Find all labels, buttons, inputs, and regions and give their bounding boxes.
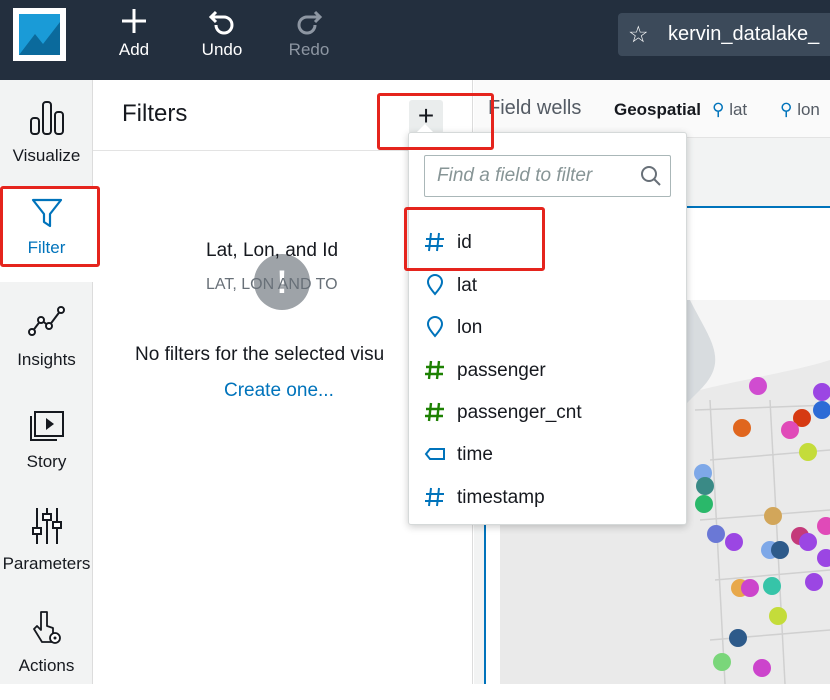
sliders-icon — [0, 502, 93, 550]
create-filter-link[interactable]: Create one... — [224, 380, 334, 402]
map-point — [799, 533, 817, 551]
hash-icon — [424, 486, 446, 508]
redo-label: Redo — [288, 40, 330, 59]
redo-icon — [274, 6, 344, 40]
story-icon — [0, 400, 93, 448]
pointer-gear-icon — [0, 604, 93, 652]
analysis-title-box[interactable]: ☆ kervin_datalake_ — [618, 13, 830, 56]
field-item-passenger-cnt[interactable]: passenger_cnt — [409, 391, 688, 433]
quicksight-logo[interactable] — [13, 8, 66, 61]
field-name: passenger_cnt — [457, 402, 582, 423]
field-name: lon — [457, 317, 483, 338]
geo-pin-icon — [424, 274, 446, 296]
field-item-time[interactable]: time — [409, 433, 688, 475]
plus-icon — [99, 6, 169, 40]
field-item-lon[interactable]: lon — [409, 306, 688, 348]
bar-chart-icon — [0, 94, 93, 142]
field-name: passenger — [457, 360, 546, 381]
field-wells-bar[interactable]: Field wells Geospatial ⚲ lat ⚲ lon — [474, 80, 830, 138]
map-point — [781, 421, 799, 439]
nav-insights[interactable]: Insights — [0, 298, 93, 394]
map-point — [764, 507, 782, 525]
undo-icon — [187, 6, 257, 40]
hash-icon — [424, 401, 446, 423]
top-toolbar: Add Undo Redo ☆ kervin_datalake_ — [0, 0, 830, 80]
map-point — [805, 573, 823, 591]
map-point — [733, 419, 751, 437]
field-item-timestamp[interactable]: timestamp — [409, 476, 688, 518]
field-well-lon-label: lon — [797, 100, 820, 119]
highlight-box — [0, 186, 100, 267]
nav-insights-label: Insights — [17, 350, 76, 369]
nav-story[interactable]: Story — [0, 400, 93, 496]
field-name: timestamp — [457, 487, 545, 508]
undo-button[interactable]: Undo — [187, 6, 257, 70]
visual-title: Lat, Lon, and Id — [206, 240, 339, 261]
nav-parameters-label: Parameters — [2, 554, 91, 573]
nav-parameters[interactable]: Parameters — [0, 502, 93, 598]
map-point — [729, 629, 747, 647]
highlight-box — [377, 93, 494, 150]
field-well-lat[interactable]: ⚲ lat — [712, 100, 747, 120]
geo-pin-icon — [424, 316, 446, 338]
nav-actions[interactable]: Actions — [0, 604, 93, 700]
empty-filters-message: No filters for the selected visu — [135, 344, 385, 365]
field-wells-label: Field wells — [488, 97, 582, 119]
map-point — [799, 443, 817, 461]
field-search-box[interactable] — [424, 155, 671, 197]
geo-pin-icon: ⚲ — [780, 100, 793, 119]
add-label: Add — [118, 40, 150, 59]
nav-actions-label: Actions — [18, 656, 75, 675]
undo-label: Undo — [201, 40, 243, 59]
tag-icon — [424, 443, 446, 465]
map-point — [749, 377, 767, 395]
highlight-box — [404, 207, 545, 271]
hash-icon — [424, 359, 446, 381]
insights-icon — [0, 298, 93, 346]
visual-subtitle: LAT, LON AND TO — [206, 276, 338, 293]
field-picker-dropdown: id lat lon passenger passenger_cnt time — [408, 124, 688, 525]
map-point — [769, 607, 787, 625]
map-point — [695, 495, 713, 513]
nav-visualize-label: Visualize — [12, 146, 81, 165]
map-point — [725, 533, 743, 551]
field-name: time — [457, 444, 493, 465]
map-point — [696, 477, 714, 495]
nav-visualize[interactable]: Visualize — [0, 94, 93, 190]
map-point — [707, 525, 725, 543]
field-name: lat — [457, 275, 478, 296]
field-well-lon[interactable]: ⚲ lon — [780, 100, 820, 120]
filters-title: Filters — [122, 100, 188, 127]
add-button[interactable]: Add — [99, 6, 169, 70]
map-point — [771, 541, 789, 559]
map-point — [713, 653, 731, 671]
map-point — [741, 579, 759, 597]
nav-story-label: Story — [26, 452, 67, 471]
left-nav: Visualize Filter Insights Story Paramete… — [0, 80, 94, 684]
field-search-input[interactable] — [437, 164, 627, 188]
field-item-passenger[interactable]: passenger — [409, 349, 688, 391]
map-point — [763, 577, 781, 595]
field-well-lat-label: lat — [729, 100, 748, 119]
map-point — [753, 659, 771, 677]
redo-button[interactable]: Redo — [274, 6, 344, 70]
analysis-title: kervin_datalake_ — [668, 23, 820, 45]
search-icon — [640, 165, 662, 192]
geospatial-label: Geospatial — [614, 100, 701, 119]
geo-pin-icon: ⚲ — [712, 100, 725, 119]
star-icon[interactable]: ☆ — [628, 21, 649, 48]
